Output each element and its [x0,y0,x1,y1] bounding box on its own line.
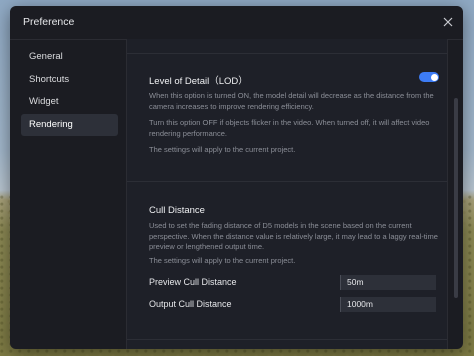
lod-title: Level of Detail（LOD） [149,76,248,87]
lod-description: When this option is turned ON, the model… [149,91,434,111]
preview-cull-label: Preview Cull Distance [149,277,237,287]
sidebar-item-widget[interactable]: Widget [21,91,118,113]
preference-dialog: Preference General Shortcuts Widget Rend… [10,6,463,349]
toggle-knob [430,73,438,81]
close-icon[interactable] [442,16,454,28]
dialog-title: Preference [23,16,75,28]
sidebar-item-shortcuts[interactable]: Shortcuts [21,69,118,91]
sidebar-item-rendering[interactable]: Rendering [21,113,118,136]
scrollbar[interactable] [454,98,458,298]
output-cull-label: Output Cull Distance [149,299,232,309]
cull-description: Used to set the fading distance of D5 mo… [149,221,438,251]
lod-scope-note: The settings will apply to the current p… [149,145,296,154]
preview-cull-input[interactable]: 50m [340,275,436,290]
divider [127,339,447,340]
cull-title: Cull Distance [149,205,205,216]
sidebar-item-general[interactable]: General [21,46,118,68]
sidebar: General Shortcuts Widget Rendering [21,46,118,136]
output-cull-input[interactable]: 1000m [340,297,436,312]
title-bar: Preference [10,6,463,40]
lod-toggle[interactable] [419,72,439,82]
cull-scope-note: The settings will apply to the current p… [149,256,296,265]
divider [127,53,447,54]
settings-content: Level of Detail（LOD） When this option is… [126,39,448,349]
lod-off-description: Turn this option OFF if objects flicker … [149,118,430,138]
divider [127,181,447,182]
